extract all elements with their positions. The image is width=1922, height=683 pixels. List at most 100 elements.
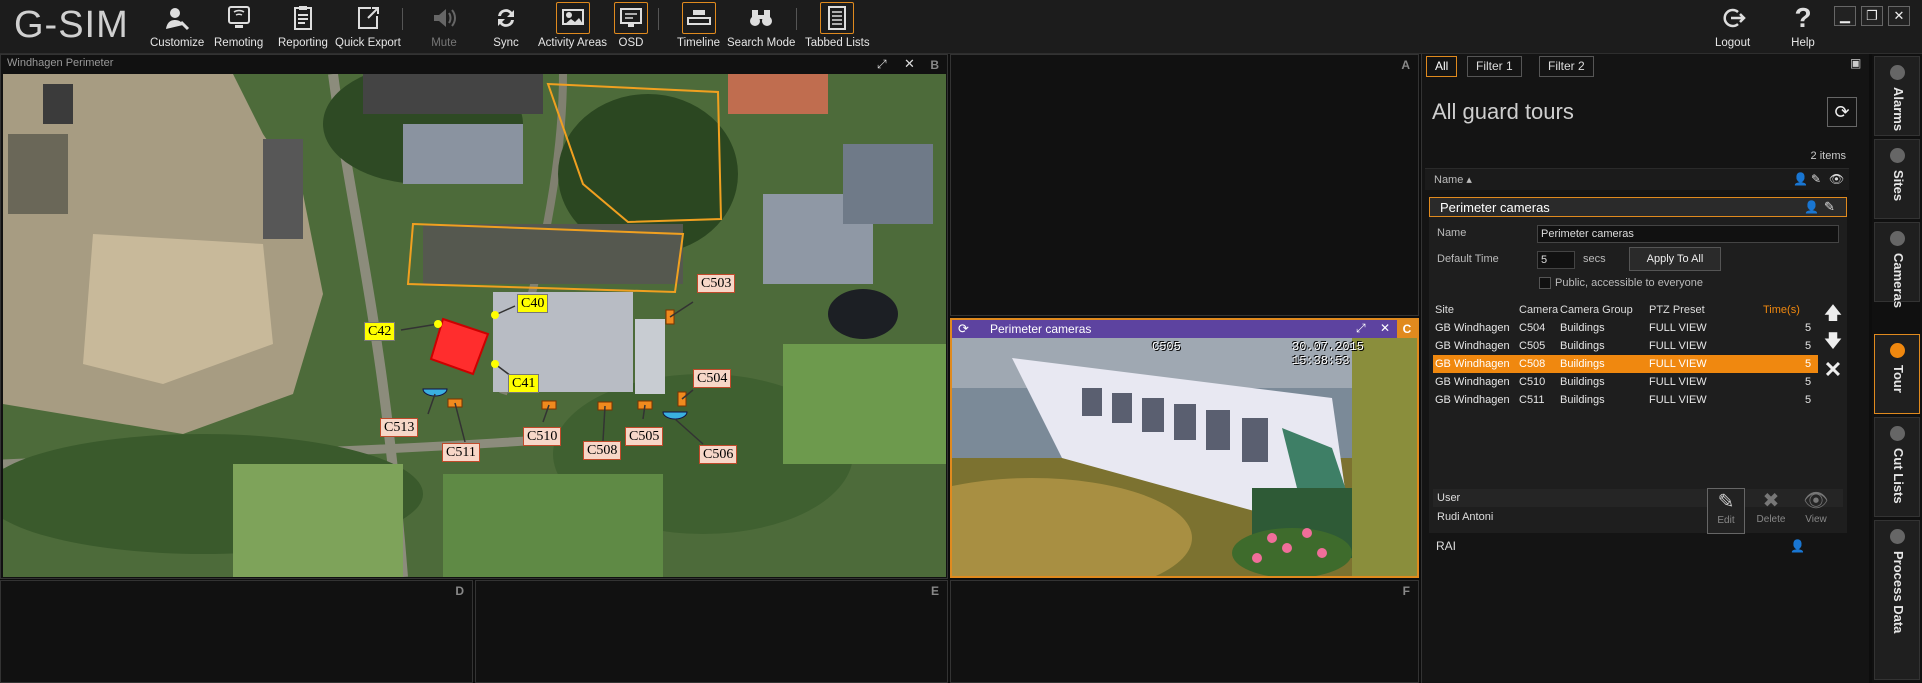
tour-name: Perimeter cameras bbox=[1440, 200, 1550, 215]
viewport-f[interactable]: F bbox=[950, 580, 1419, 683]
maximize-icon[interactable]: ⤢ bbox=[877, 57, 887, 72]
maximize-icon[interactable]: ⤢ bbox=[1356, 321, 1366, 336]
viewport-a[interactable]: A bbox=[950, 54, 1419, 316]
eye-icon: 👁 bbox=[1829, 172, 1845, 186]
viewport-d[interactable]: D bbox=[0, 580, 473, 683]
building-label-c41[interactable]: C41 bbox=[508, 374, 540, 393]
activity-areas-label: Activity Areas bbox=[538, 37, 608, 49]
minimize-button[interactable]: ▁ bbox=[1834, 6, 1856, 26]
camera-label-c506[interactable]: C506 bbox=[699, 445, 738, 464]
mute-button[interactable]: Mute bbox=[427, 2, 461, 52]
tour-item-selected[interactable]: Perimeter cameras 👤 ✎ bbox=[1429, 197, 1847, 217]
close-icon[interactable]: ✕ bbox=[904, 56, 915, 72]
side-tab-label: Sites bbox=[1891, 170, 1906, 202]
viewport-e[interactable]: E bbox=[475, 580, 948, 683]
building-label-c40[interactable]: C40 bbox=[517, 294, 549, 313]
delete-button[interactable]: ✖ Delete bbox=[1752, 488, 1790, 534]
app-window: G-SIM Customize Remoting Reporting Quick… bbox=[0, 0, 1922, 683]
name-column-header[interactable]: Name ▴ bbox=[1434, 173, 1472, 186]
sync-button[interactable]: Sync bbox=[489, 2, 523, 52]
move-up-button[interactable]: 🡅 bbox=[1822, 301, 1844, 323]
quick-export-button[interactable]: Quick Export bbox=[335, 2, 401, 52]
tabbed-lists-button[interactable]: Tabbed Lists bbox=[805, 2, 870, 52]
arrow-down-icon: 🡇 bbox=[1823, 331, 1843, 351]
name-field[interactable]: Perimeter cameras bbox=[1537, 225, 1839, 243]
default-time-field[interactable]: 5 bbox=[1537, 251, 1575, 269]
side-tab-process-data[interactable]: Process Data bbox=[1874, 520, 1920, 680]
cell-preset: FULL VIEW bbox=[1649, 340, 1707, 352]
search-mode-button[interactable]: Search Mode bbox=[727, 2, 795, 52]
toolbar-separator bbox=[402, 8, 403, 30]
side-tab-sites[interactable]: Sites bbox=[1874, 139, 1920, 219]
view-button[interactable]: 👁 View bbox=[1797, 488, 1835, 534]
export-icon bbox=[351, 2, 385, 34]
cell-time: 5 bbox=[1805, 322, 1812, 334]
default-time-label: Default Time bbox=[1437, 253, 1499, 265]
cell-site: GB Windhagen bbox=[1435, 358, 1510, 370]
table-row-selected[interactable]: GB Windhagen C508 Buildings FULL VIEW 5 bbox=[1433, 355, 1818, 373]
side-tab-alarms[interactable]: Alarms bbox=[1874, 56, 1920, 136]
table-row[interactable]: GB Windhagen C505 Buildings FULL VIEW 5 bbox=[1433, 337, 1818, 355]
eye-icon: 👁 bbox=[1803, 490, 1829, 512]
cell-preset: FULL VIEW bbox=[1649, 322, 1707, 334]
apply-to-all-button[interactable]: Apply To All bbox=[1629, 247, 1721, 271]
tabbed-lists-label: Tabbed Lists bbox=[805, 37, 870, 49]
table-row[interactable]: GB Windhagen C510 Buildings FULL VIEW 5 bbox=[1433, 373, 1818, 391]
reporting-button[interactable]: Reporting bbox=[278, 2, 328, 52]
timeline-button[interactable]: Timeline bbox=[677, 2, 720, 52]
camera-label-c511[interactable]: C511 bbox=[442, 443, 480, 462]
cell-preset: FULL VIEW bbox=[1649, 376, 1707, 388]
status-dot bbox=[1890, 343, 1905, 358]
side-tab-cut-lists[interactable]: Cut Lists bbox=[1874, 417, 1920, 517]
viewport-c[interactable]: ⟳ Perimeter cameras ⤢ ✕ C C505 30.07.201… bbox=[950, 318, 1419, 578]
reporting-icon bbox=[286, 2, 320, 34]
public-checkbox[interactable] bbox=[1539, 277, 1551, 289]
osd-button[interactable]: OSD bbox=[614, 2, 648, 52]
refresh-icon[interactable]: ⟳ bbox=[958, 321, 969, 337]
restore-button[interactable]: ❐ bbox=[1861, 6, 1883, 26]
tour-item[interactable]: RAI bbox=[1436, 539, 1456, 553]
filter-tab-all[interactable]: All bbox=[1426, 56, 1458, 77]
edit-button[interactable]: ✎ Edit bbox=[1707, 488, 1745, 534]
close-window-button[interactable]: ✕ bbox=[1888, 6, 1910, 26]
move-down-button[interactable]: 🡇 bbox=[1822, 329, 1844, 351]
logout-button[interactable]: Logout bbox=[1715, 2, 1750, 52]
viewport-letter: D bbox=[455, 584, 464, 598]
side-tab-cameras[interactable]: Cameras bbox=[1874, 222, 1920, 308]
cell-camera: C508 bbox=[1519, 358, 1546, 370]
customize-button[interactable]: Customize bbox=[150, 2, 204, 52]
close-icon[interactable]: ✕ bbox=[1380, 321, 1390, 335]
help-button[interactable]: ? Help bbox=[1786, 2, 1820, 52]
items-count: 2 items bbox=[1810, 150, 1846, 162]
edit-icon: ✎ bbox=[1811, 172, 1822, 186]
customize-icon bbox=[160, 2, 194, 34]
side-tab-tour[interactable]: Tour bbox=[1874, 334, 1920, 414]
list-header: Name ▴ 👤 ✎ 👁 bbox=[1425, 168, 1849, 190]
map-view[interactable]: C503 C504 C513 C511 C510 C508 C505 C506 … bbox=[3, 74, 946, 577]
help-icon: ? bbox=[1794, 2, 1812, 33]
camera-video-feed[interactable]: C505 30.07.2015 15:38:53 bbox=[952, 338, 1417, 576]
camera-label-c505[interactable]: C505 bbox=[625, 427, 664, 446]
cell-preset: FULL VIEW bbox=[1649, 358, 1707, 370]
panel-layout-icon[interactable]: ▣ bbox=[1850, 56, 1861, 70]
camera-label-c510[interactable]: C510 bbox=[523, 427, 562, 446]
activity-areas-icon bbox=[555, 2, 590, 34]
activity-areas-button[interactable]: Activity Areas bbox=[538, 2, 607, 52]
camera-label-c508[interactable]: C508 bbox=[583, 441, 622, 460]
edit-icon[interactable]: ✎ bbox=[1824, 199, 1835, 215]
camera-label-c503[interactable]: C503 bbox=[697, 274, 736, 293]
filter-tab-1[interactable]: Filter 1 bbox=[1467, 56, 1522, 77]
refresh-add-icon: ⟳ bbox=[1834, 102, 1850, 122]
filter-tab-2[interactable]: Filter 2 bbox=[1539, 56, 1594, 77]
add-tour-button[interactable]: ⟳ bbox=[1827, 97, 1857, 127]
camera-label-c504[interactable]: C504 bbox=[693, 369, 732, 388]
building-label-c42[interactable]: C42 bbox=[364, 322, 396, 341]
camera-label-c513[interactable]: C513 bbox=[380, 418, 419, 437]
viewport-letter: B bbox=[930, 58, 939, 72]
table-row[interactable]: GB Windhagen C511 Buildings FULL VIEW 5 bbox=[1433, 391, 1818, 409]
remove-camera-button[interactable]: ✕ bbox=[1822, 357, 1844, 382]
public-label: Public, accessible to everyone bbox=[1555, 277, 1703, 289]
remoting-button[interactable]: Remoting bbox=[214, 2, 263, 52]
table-row[interactable]: GB Windhagen C504 Buildings FULL VIEW 5 bbox=[1433, 319, 1818, 337]
viewport-letter: F bbox=[1402, 584, 1410, 598]
